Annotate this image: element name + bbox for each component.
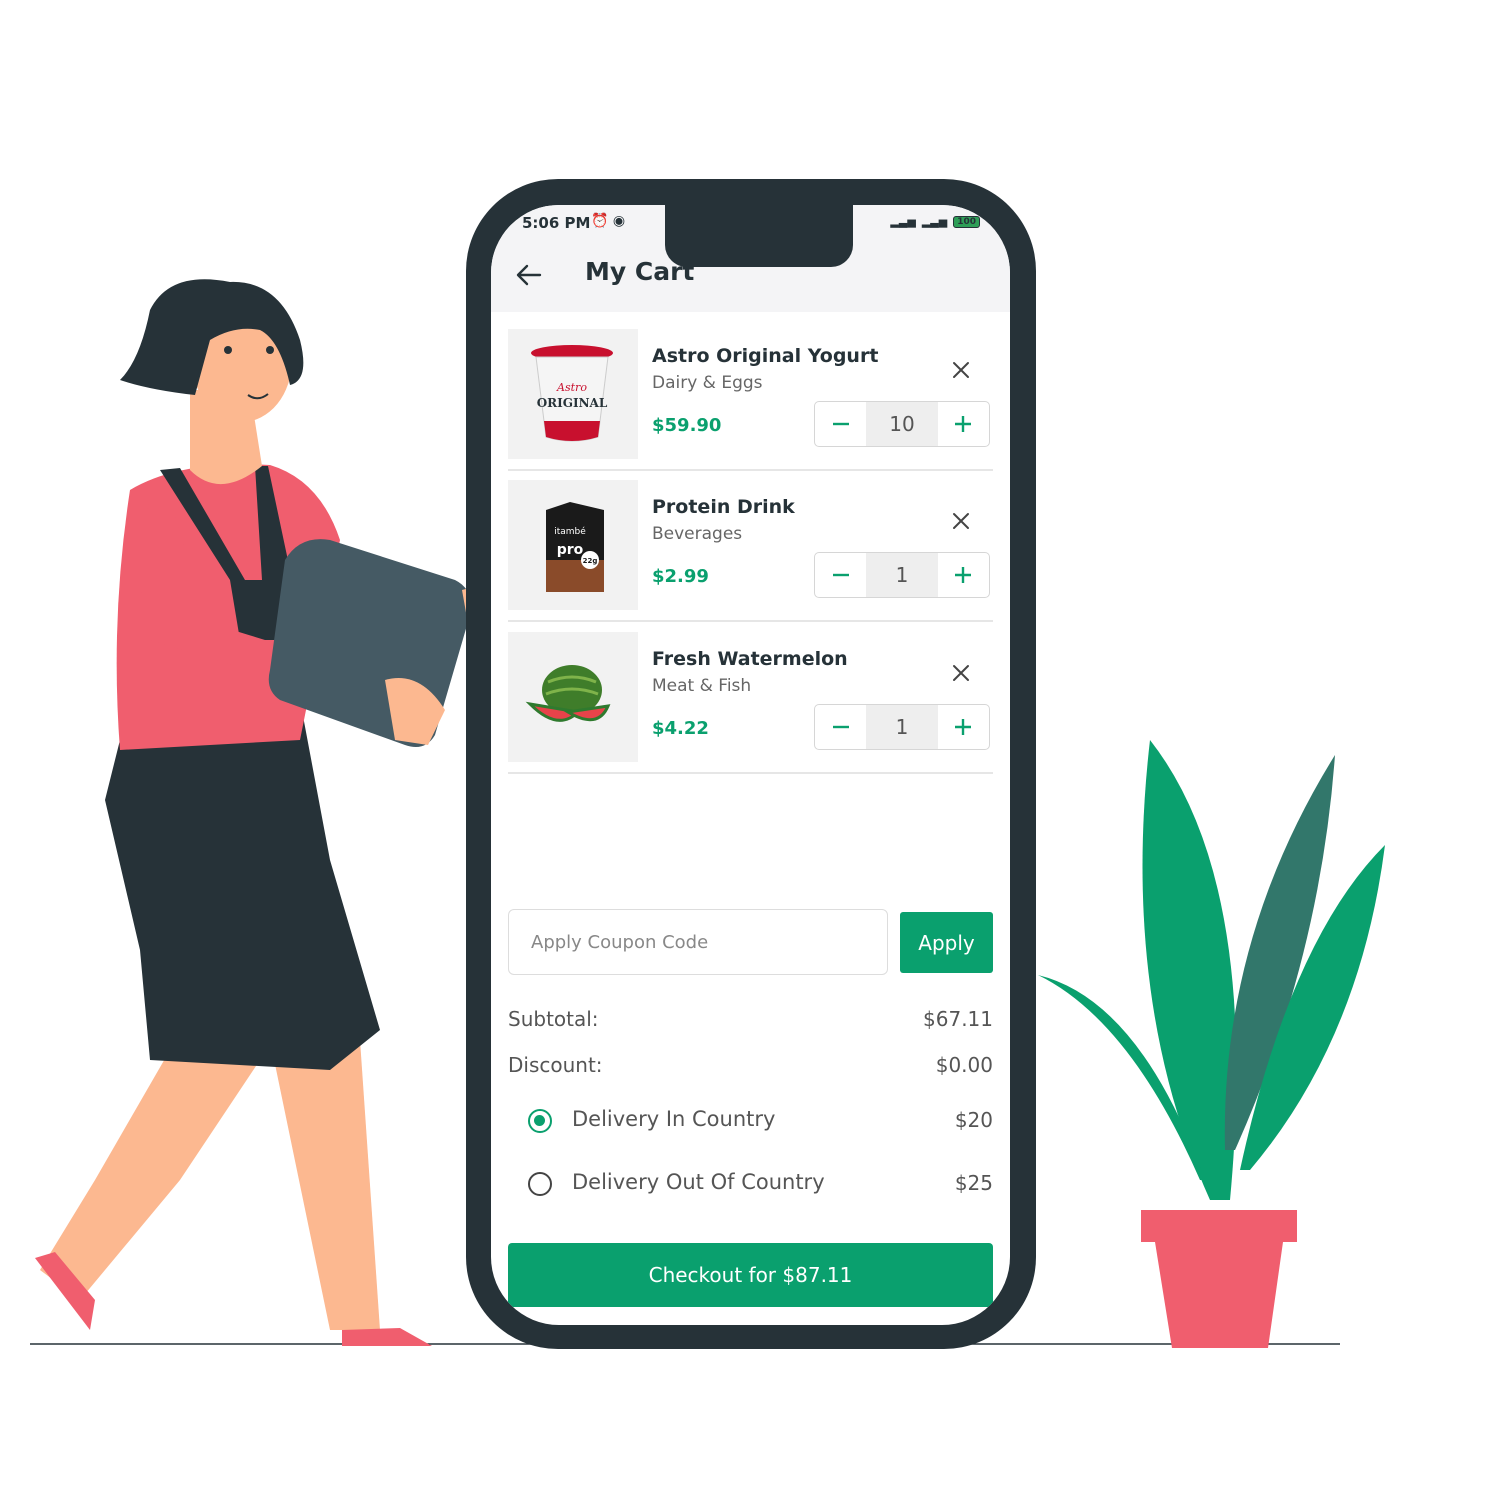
svg-text:ORIGINAL: ORIGINAL xyxy=(537,396,608,410)
signal-icon: ▂▃▅ xyxy=(890,215,916,228)
increase-button[interactable] xyxy=(938,402,989,446)
cart-item: Fresh Watermelon Meat & Fish $4.22 1 xyxy=(508,632,993,774)
product-image-protein-drink: itambé pro 22g xyxy=(508,480,638,610)
subtotal-label: Subtotal: xyxy=(508,1007,599,1031)
quantity-value[interactable]: 1 xyxy=(866,553,938,597)
minus-icon xyxy=(832,422,849,426)
cart-item: Astro ORIGINAL Astro Original Yogurt Dai… xyxy=(508,329,993,471)
product-image-yogurt: Astro ORIGINAL xyxy=(508,329,638,459)
decrease-button[interactable] xyxy=(815,553,866,597)
quantity-stepper: 1 xyxy=(814,552,990,598)
cart-item: itambé pro 22g Protein Drink Beverages $… xyxy=(508,480,993,622)
item-name: Fresh Watermelon xyxy=(652,648,848,670)
phone-screen: 5:06 PM ⏰ ◉ ▂▃▅ ▂▃▅ 100 My Cart Astro OR… xyxy=(491,205,1010,1325)
remove-item-icon[interactable] xyxy=(950,510,972,532)
item-name: Protein Drink xyxy=(652,496,795,518)
delivery-option-label[interactable]: Delivery Out Of Country xyxy=(572,1170,825,1194)
discount-value: $0.00 xyxy=(935,1053,993,1077)
item-name: Astro Original Yogurt xyxy=(652,345,879,367)
phone-notch xyxy=(665,205,853,267)
item-price: $2.99 xyxy=(652,566,709,587)
item-category: Meat & Fish xyxy=(652,676,752,696)
minus-icon xyxy=(832,725,849,729)
delivery-out-of-country-radio[interactable] xyxy=(528,1172,552,1196)
quantity-stepper: 1 xyxy=(814,704,990,750)
product-image-watermelon xyxy=(508,632,638,762)
item-category: Dairy & Eggs xyxy=(652,373,763,393)
increase-button[interactable] xyxy=(938,553,989,597)
quantity-value[interactable]: 10 xyxy=(866,402,938,446)
divider xyxy=(508,620,993,622)
apply-coupon-button[interactable]: Apply xyxy=(900,912,993,973)
divider xyxy=(508,772,993,774)
item-price: $4.22 xyxy=(652,718,709,739)
signal-icon-2: ▂▃▅ xyxy=(921,215,948,228)
status-right: ▂▃▅ ▂▃▅ 100 xyxy=(890,215,980,228)
discount-label: Discount: xyxy=(508,1053,603,1077)
alarm-icon: ⏰ ◉ xyxy=(591,213,626,229)
back-arrow-icon[interactable] xyxy=(515,261,543,289)
item-price: $59.90 xyxy=(652,415,722,436)
pot-body xyxy=(1155,1242,1283,1348)
remove-item-icon[interactable] xyxy=(950,359,972,381)
delivery-in-country-radio[interactable] xyxy=(528,1109,552,1133)
plus-icon xyxy=(955,416,972,432)
quantity-stepper: 10 xyxy=(814,401,990,447)
svg-text:Astro: Astro xyxy=(556,381,587,394)
decrease-button[interactable] xyxy=(815,705,866,749)
svg-text:itambé: itambé xyxy=(554,526,586,537)
quantity-value[interactable]: 1 xyxy=(866,705,938,749)
checkout-button[interactable]: Checkout for $87.11 xyxy=(508,1243,993,1307)
plus-icon xyxy=(955,567,972,583)
coupon-input[interactable] xyxy=(508,909,888,975)
delivery-option-price: $20 xyxy=(954,1108,993,1132)
battery-icon: 100 xyxy=(953,215,980,228)
remove-item-icon[interactable] xyxy=(950,662,972,684)
divider xyxy=(508,469,993,471)
pot-rim xyxy=(1141,1210,1297,1242)
increase-button[interactable] xyxy=(938,705,989,749)
svg-text:pro: pro xyxy=(557,542,584,558)
decrease-button[interactable] xyxy=(815,402,866,446)
item-category: Beverages xyxy=(652,524,743,544)
status-time: 5:06 PM xyxy=(522,214,591,232)
delivery-option-label[interactable]: Delivery In Country xyxy=(572,1107,775,1131)
delivery-option-price: $25 xyxy=(954,1171,993,1195)
plus-icon xyxy=(955,719,972,735)
subtotal-value: $67.11 xyxy=(923,1007,993,1031)
svg-text:22g: 22g xyxy=(583,557,598,565)
minus-icon xyxy=(832,573,849,577)
